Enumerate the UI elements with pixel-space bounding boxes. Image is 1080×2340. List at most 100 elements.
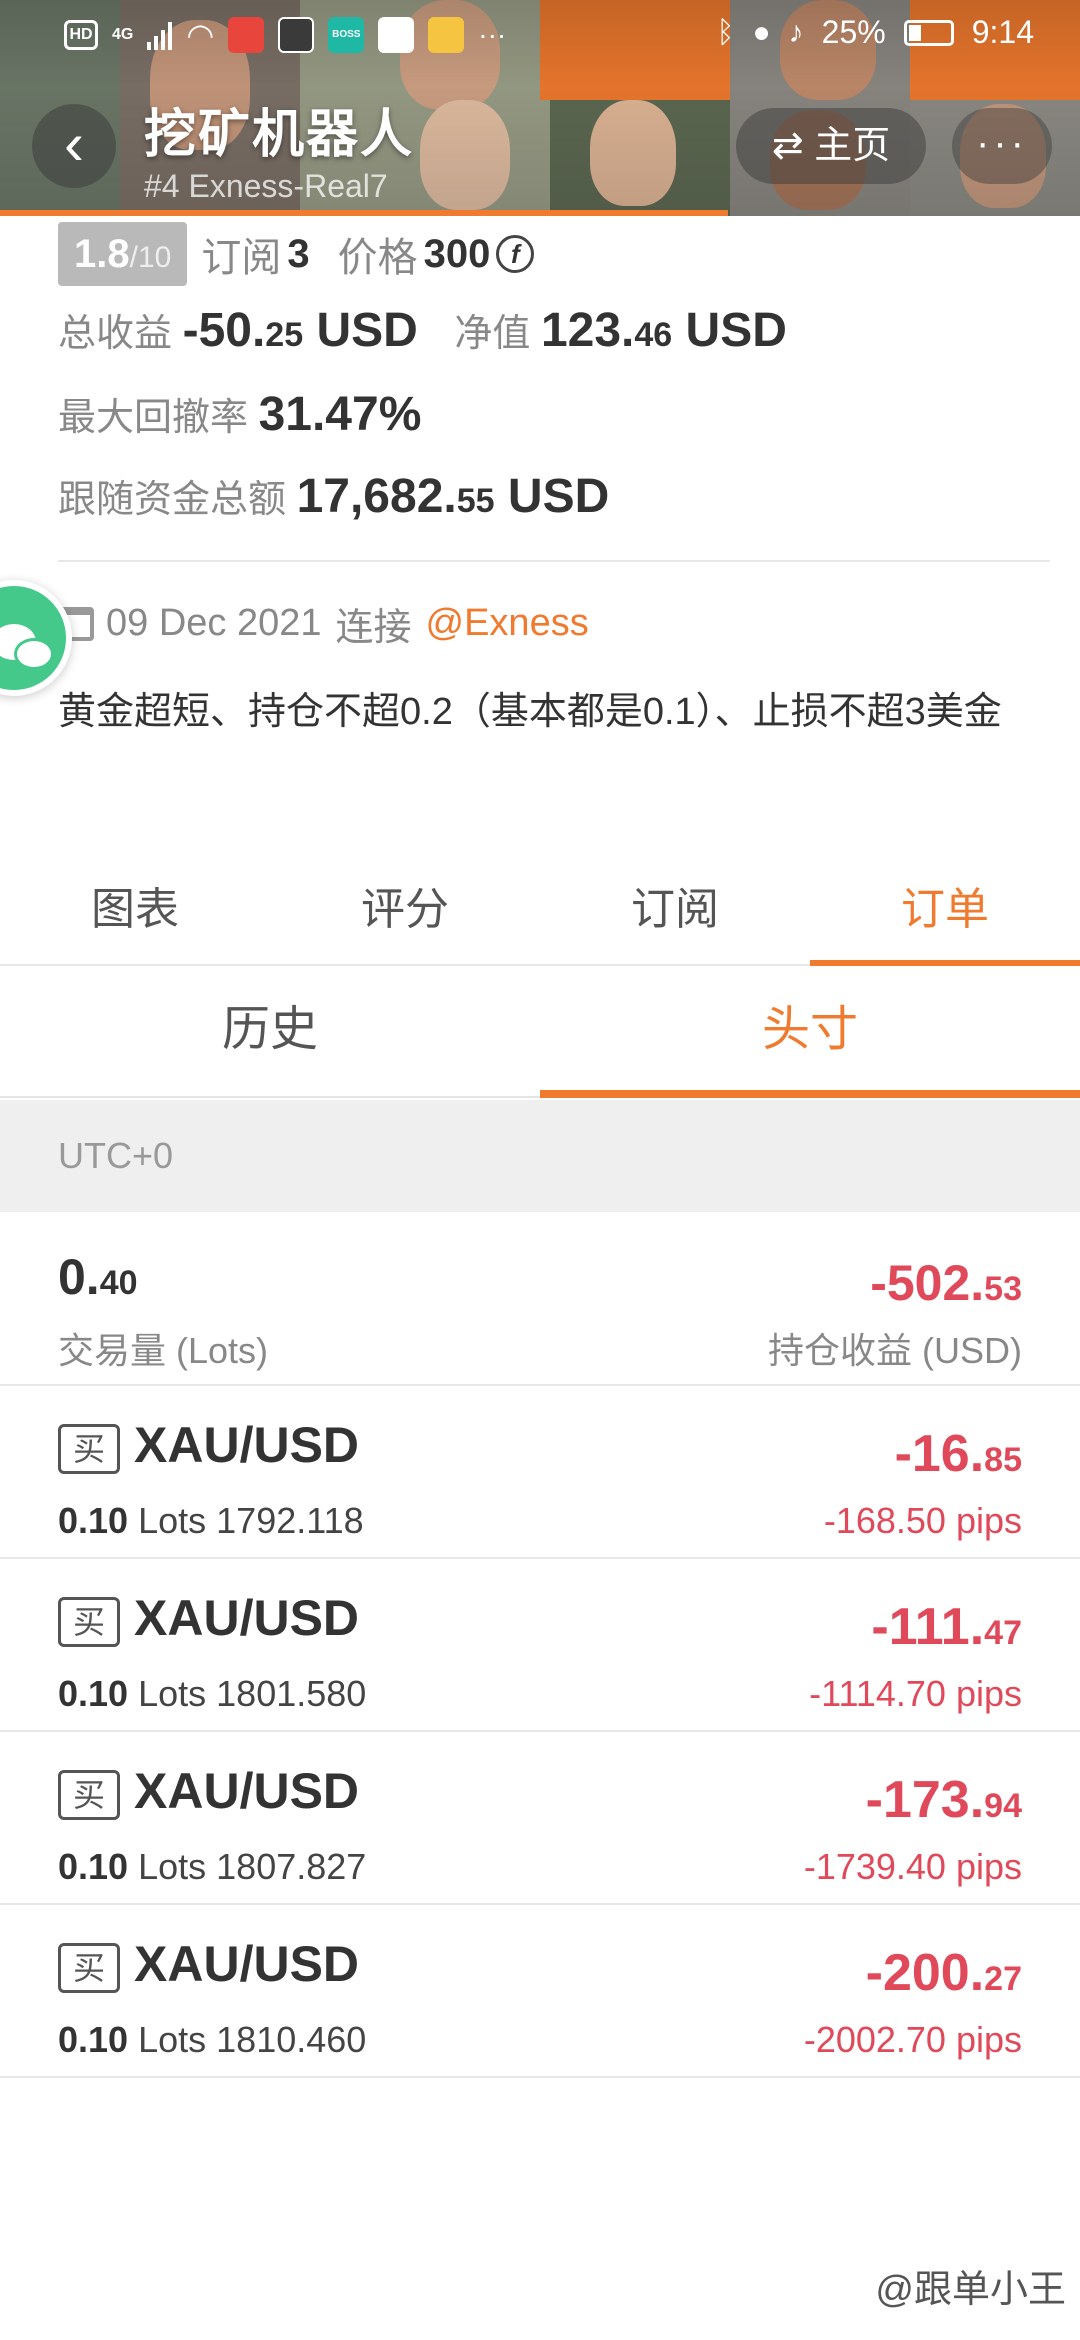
- hd-icon: HD: [64, 20, 98, 50]
- status-bar: HD 4G ◠ BOSS ··· ᛒ ● ♪ 25% 9:14: [0, 0, 1080, 72]
- buy-badge: 买: [58, 1943, 120, 1993]
- total-profit-dec: 25: [265, 316, 304, 354]
- swap-icon: ⇄: [771, 125, 804, 167]
- position-lots-line: 0.10 Lots 1801.580: [58, 1673, 366, 1715]
- app-notification-icon: [278, 17, 315, 53]
- follow-funds-int: 17,682.: [296, 470, 457, 523]
- position-pl: -111.47: [871, 1597, 1022, 1657]
- connection-date: 09 Dec 2021: [106, 602, 322, 644]
- total-pl-dec: 53: [984, 1270, 1022, 1308]
- bluetooth-icon: ᛒ: [716, 15, 735, 49]
- wifi-icon: ◠: [186, 17, 215, 53]
- follow-funds-row: 跟随资金总额 17,682.55 USD: [58, 468, 609, 524]
- position-lots: 0.10: [58, 2019, 129, 2060]
- positions-summary: 0.40 交易量 (Lots) -502.53 持仓收益 (USD): [0, 1212, 1080, 1386]
- order-subtabs: 历史 头寸: [0, 966, 1080, 1098]
- position-lots-unit: Lots: [138, 2019, 207, 2060]
- tab-chart[interactable]: 图表: [0, 862, 270, 964]
- more-dots-icon: ···: [976, 121, 1028, 165]
- follow-funds-label: 跟随资金总额: [58, 479, 287, 521]
- main-tabs: 图表 评分 订阅 订单: [0, 862, 1080, 966]
- position-lots-unit: Lots: [138, 1846, 207, 1887]
- position-symbol: XAU/USD: [134, 1590, 360, 1646]
- position-pl-int: -16.: [894, 1425, 985, 1483]
- boss-app-icon: BOSS: [328, 17, 365, 53]
- equity-value: 123.46 USD: [541, 304, 787, 357]
- position-pl: -16.85: [895, 1424, 1022, 1484]
- position-lots: 0.10: [58, 1673, 129, 1714]
- rating-value: 1.8: [74, 232, 130, 276]
- battery-percent: 25%: [821, 14, 886, 50]
- position-pips: -2002.70 pips: [803, 2019, 1022, 2060]
- position-pl-dec: 85: [984, 1441, 1022, 1479]
- equity-int: 123.: [540, 304, 635, 357]
- drawdown-row: 最大回撤率 31.47%: [58, 386, 421, 442]
- back-button[interactable]: ‹: [32, 104, 116, 188]
- position-row[interactable]: 买 XAU/USD 0.10 Lots 1801.580 -111.47 -11…: [0, 1559, 1080, 1732]
- profit-equity-row: 总收益 -50.25 USD 净值 123.46 USD: [58, 302, 787, 358]
- position-open-price: 1792.118: [216, 1500, 364, 1541]
- tab-orders[interactable]: 订单: [810, 862, 1080, 966]
- section-divider: [58, 560, 1050, 562]
- mute-icon: ♪: [788, 15, 804, 49]
- tab-subscription[interactable]: 订阅: [540, 862, 810, 964]
- app-notification-icon: [378, 17, 415, 53]
- total-profit-unit: USD: [316, 304, 418, 357]
- position-open-price: 1807.827: [216, 1846, 367, 1887]
- equity-label: 净值: [454, 313, 531, 355]
- position-lots-line: 0.10 Lots 1810.460: [58, 2019, 366, 2061]
- total-volume-dec: 40: [99, 1264, 138, 1302]
- location-icon: ●: [752, 15, 771, 49]
- more-button[interactable]: ···: [952, 108, 1052, 184]
- buy-badge: 买: [58, 1770, 120, 1820]
- status-right: ᛒ ● ♪ 25% 9:14: [717, 14, 1034, 51]
- robot-title: 挖矿机器人: [144, 106, 415, 164]
- total-position-pl: -502.53: [870, 1254, 1022, 1312]
- position-lots-unit: Lots: [138, 1673, 207, 1714]
- connection-label: 连接: [335, 607, 412, 649]
- position-lots-unit: Lots: [138, 1500, 207, 1541]
- tab-rating[interactable]: 评分: [270, 862, 540, 964]
- broker-link[interactable]: @Exness: [426, 602, 589, 645]
- position-pips: -1739.40 pips: [803, 1846, 1022, 1887]
- position-row[interactable]: 买 XAU/USD 0.10 Lots 1810.460 -200.27 -20…: [0, 1905, 1080, 2078]
- subtab-history[interactable]: 历史: [0, 966, 540, 1096]
- subscriptions-value: 3: [287, 231, 310, 276]
- position-pl-int: -173.: [865, 1771, 985, 1829]
- subscriptions-label: 订阅: [201, 236, 282, 280]
- watermark: @跟单小王: [875, 2269, 1066, 2311]
- position-lots-line: 0.10 Lots 1792.118: [58, 1500, 364, 1542]
- rating-row: 1.8/10 订阅 3 价格 300 f: [58, 222, 535, 286]
- subtab-positions[interactable]: 头寸: [540, 966, 1080, 1098]
- position-pl-dec: 47: [984, 1614, 1022, 1652]
- positions-list: 买 XAU/USD 0.10 Lots 1792.118 -16.85 -168…: [0, 1386, 1080, 2078]
- equity-unit: USD: [685, 304, 787, 357]
- position-row[interactable]: 买 XAU/USD 0.10 Lots 1807.827 -173.94 -17…: [0, 1732, 1080, 1905]
- position-pl-int: -200.: [865, 1944, 985, 2002]
- position-open-price: 1801.580: [216, 1673, 367, 1714]
- position-pl-int: -111.: [871, 1598, 985, 1656]
- rating-denominator: /10: [129, 241, 172, 274]
- position-pips: -1114.70 pips: [809, 1673, 1022, 1714]
- position-pips: -168.50 pips: [823, 1500, 1022, 1541]
- chevron-left-icon: ‹: [64, 110, 84, 177]
- position-row[interactable]: 买 XAU/USD 0.10 Lots 1792.118 -16.85 -168…: [0, 1386, 1080, 1559]
- follow-funds-dec: 55: [456, 482, 495, 520]
- strategy-description: 黄金超短、持仓不超0.2（基本都是0.1）、止损不超3美金: [58, 691, 1002, 733]
- max-drawdown-label: 最大回撤率: [58, 397, 249, 439]
- app-notification-icon: [428, 17, 465, 53]
- position-symbol: XAU/USD: [134, 1417, 360, 1473]
- total-profit-label: 总收益: [58, 313, 173, 355]
- total-volume-label: 交易量 (Lots): [58, 1330, 269, 1371]
- total-volume: 0.40: [58, 1248, 138, 1306]
- total-volume-int: 0.: [58, 1249, 100, 1305]
- max-drawdown-value: 31.47%: [258, 388, 422, 441]
- position-pl-dec: 94: [984, 1787, 1022, 1825]
- home-button[interactable]: ⇄ 主页: [736, 108, 926, 184]
- total-pl-int: -502.: [870, 1255, 985, 1311]
- battery-icon: [903, 19, 954, 46]
- account-subtitle: #4 Exness-Real7: [144, 168, 388, 204]
- connection-info: 09 Dec 2021 连接 @Exness: [58, 596, 589, 651]
- price-label: 价格: [337, 236, 418, 280]
- total-profit-int: -50.: [182, 304, 266, 357]
